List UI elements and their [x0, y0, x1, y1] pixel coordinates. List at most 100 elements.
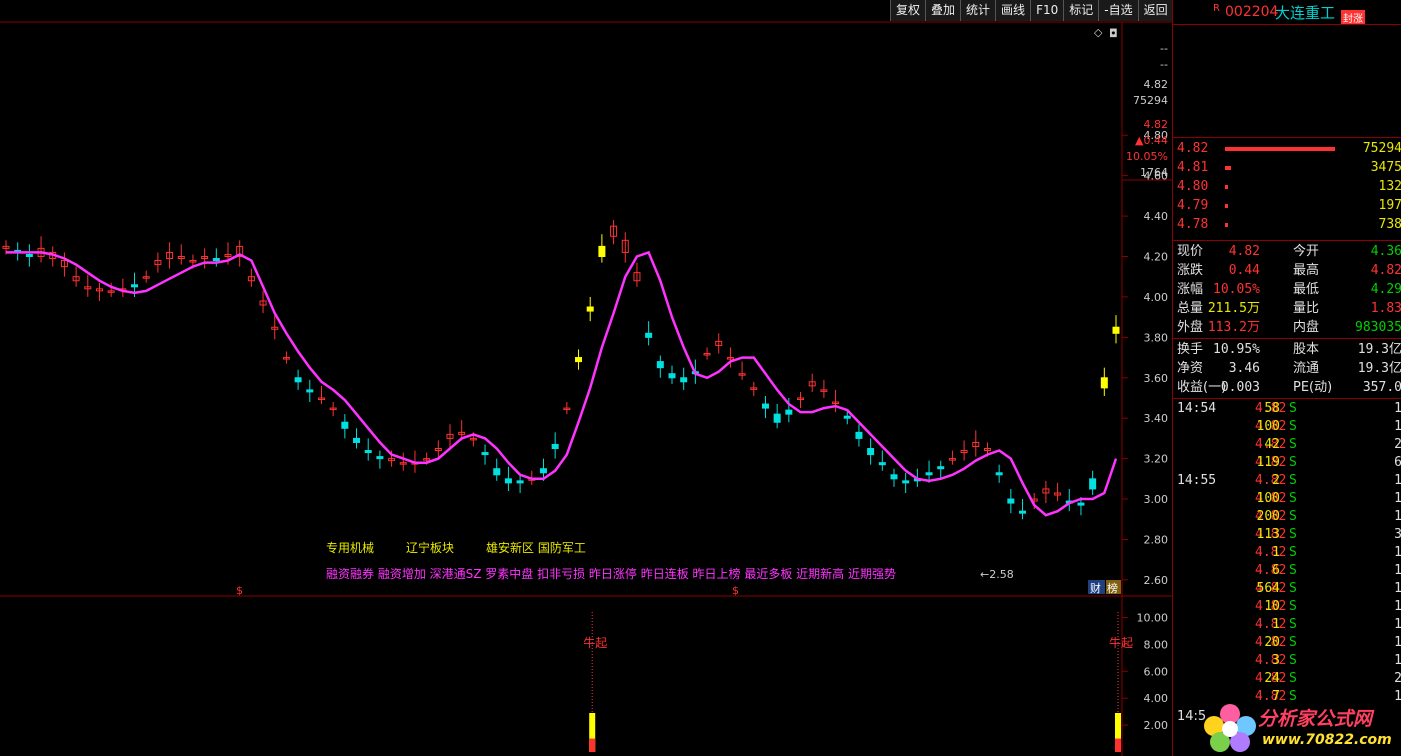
axis-info-value: 4.82 [1144, 78, 1169, 91]
quote-value: 983035 [1355, 320, 1401, 335]
tick-count: 1 [1394, 599, 1401, 614]
indicator-tick-label: 2.00 [1144, 719, 1169, 732]
quote-value: 4.29 [1370, 282, 1401, 297]
bid-volume-bar [1225, 147, 1335, 151]
divider [1173, 24, 1401, 25]
quote-label: 内盘 [1293, 320, 1320, 335]
tick-price: 4.82 [1255, 473, 1287, 488]
finance-button-label: 财 [1090, 581, 1101, 595]
candle-body [645, 332, 653, 338]
tick-flag: S [1289, 437, 1297, 452]
candle-body [1089, 478, 1097, 490]
tick-volume: 1 [1272, 617, 1280, 632]
tick-flag: S [1289, 653, 1297, 668]
quote-label: 换手 [1177, 342, 1204, 357]
candle-body [131, 284, 139, 288]
tick-flag: S [1289, 599, 1297, 614]
concept-tag-line: 融资融券 融资增加 深港通SZ 罗素中盘 扣非亏损 昨日涨停 昨日连板 昨日上榜… [326, 566, 896, 581]
tick-flag: S [1289, 455, 1297, 470]
watermark-url: www.70822.com [1262, 732, 1392, 748]
kline-chart[interactable]: 4.804.604.404.204.003.803.603.403.203.00… [0, 0, 1172, 756]
tick-flag: S [1289, 581, 1297, 596]
signal-bar-base [1115, 738, 1121, 752]
tick-volume: 58 [1264, 401, 1280, 416]
candle-body [586, 306, 594, 312]
tick-count: 2 [1394, 671, 1401, 686]
stock-code: 002204 [1225, 4, 1279, 20]
quote-label: 净资 [1177, 361, 1204, 376]
candle-body [481, 452, 489, 456]
candle-body [855, 431, 863, 439]
dollar-mark: $ [732, 584, 739, 597]
candle-body [598, 245, 606, 257]
bid-volume: 132 [1378, 179, 1401, 194]
tick-count: 1 [1394, 509, 1401, 524]
stock-header: R 002204 大连重工 封涨 [1173, 0, 1401, 25]
tick-count: 1 [1394, 581, 1401, 596]
candle-body [306, 389, 314, 393]
bid-price: 4.82 [1177, 141, 1209, 156]
tick-volume: 200 [1256, 509, 1280, 524]
candle-body [785, 409, 793, 415]
quote-value: 10.05% [1213, 282, 1260, 297]
tick-flag: S [1289, 545, 1297, 560]
diamond-icon: ◇ [1094, 26, 1103, 39]
price-tick-label: 4.40 [1144, 210, 1169, 223]
candle-body [539, 468, 547, 474]
tick-flag: S [1289, 419, 1297, 434]
tick-volume: 1 [1272, 545, 1280, 560]
tick-count: 1 [1394, 635, 1401, 650]
tick-price: 4.82 [1255, 563, 1287, 578]
rank-button-label: 榜 [1107, 581, 1118, 595]
axis-info-value: -- [1160, 42, 1168, 55]
tick-flag: S [1289, 617, 1297, 632]
bid-price: 4.81 [1177, 160, 1209, 175]
candle-body [212, 258, 220, 262]
candle-body [902, 480, 910, 484]
quote-value: 10.95% [1213, 342, 1260, 357]
indicator-tick-label: 8.00 [1144, 638, 1169, 651]
tick-flag: S [1289, 401, 1297, 416]
candle-body [843, 415, 851, 419]
quote-value: 3.46 [1228, 361, 1260, 376]
quote-value: 211.5万 [1207, 301, 1260, 316]
candle-body [364, 450, 372, 454]
concept-tag: 雄安新区 国防军工 [486, 540, 586, 555]
tick-volume: 564 [1256, 581, 1280, 596]
tick-count: 1 [1394, 473, 1401, 488]
quote-value: 4.82 [1370, 263, 1401, 278]
tick-volume: 2 [1272, 473, 1280, 488]
tick-count: 2 [1394, 437, 1401, 452]
bid-volume: 75294 [1362, 141, 1401, 156]
price-tick-label: 4.00 [1144, 291, 1169, 304]
bid-volume-bar [1225, 185, 1228, 189]
divider [1173, 338, 1401, 339]
quote-label: PE(动) [1293, 380, 1333, 395]
bid-price: 4.80 [1177, 179, 1209, 194]
quote-value: 0.44 [1228, 263, 1260, 278]
candle-body [890, 474, 898, 480]
candle-body [341, 421, 349, 429]
candle-body [1077, 502, 1085, 506]
quote-label: 总量 [1177, 301, 1204, 316]
tick-flag: S [1289, 635, 1297, 650]
candle-body [1100, 377, 1108, 389]
quote-label: 涨幅 [1177, 282, 1204, 297]
tick-count: 6 [1394, 455, 1401, 470]
bid-volume-bar [1225, 166, 1231, 170]
tick-volume: 119 [1256, 455, 1280, 470]
tick-time: 14:54 [1177, 401, 1217, 416]
tick-volume: 100 [1256, 491, 1280, 506]
price-tick-label: 3.40 [1144, 412, 1169, 425]
indicator-tick-label: 4.00 [1144, 692, 1169, 705]
quote-value: 1.83 [1370, 301, 1401, 316]
quote-value: 4.36 [1370, 244, 1401, 259]
candle-body [761, 403, 769, 409]
signal-label: 牛起 [583, 635, 607, 650]
candle-body [995, 472, 1003, 476]
stock-name: 大连重工 [1275, 4, 1336, 22]
bid-volume: 3475 [1370, 160, 1401, 175]
candle-body [353, 437, 361, 443]
box-icon: ◘ [1109, 27, 1118, 40]
price-tick-label: 4.20 [1144, 250, 1169, 263]
